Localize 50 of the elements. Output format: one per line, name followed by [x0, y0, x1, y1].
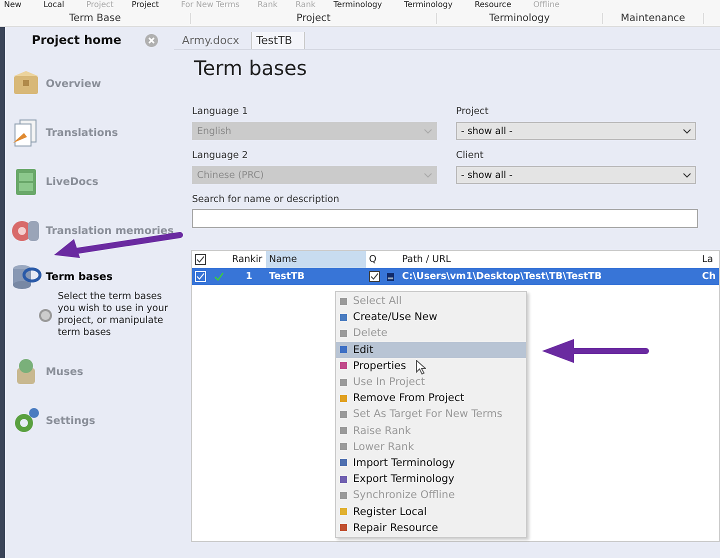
- menu-item[interactable]: Register Local: [336, 503, 526, 520]
- field-label: Client: [456, 150, 485, 161]
- page-title: Term bases: [194, 56, 308, 82]
- menu-item[interactable]: Import Terminology: [336, 454, 526, 472]
- menu-item[interactable]: Repair Resource: [336, 520, 526, 536]
- database-icon: [387, 272, 394, 280]
- column-header[interactable]: Rankir: [229, 251, 266, 268]
- table-cell-text: TestTB: [268, 271, 306, 282]
- sidebar-item[interactable]: Term bases: [4, 263, 174, 291]
- caret-icon: [683, 172, 691, 178]
- cursor-icon: [416, 360, 426, 375]
- caret-icon: [424, 172, 432, 178]
- checkbox[interactable]: [195, 254, 206, 265]
- help-icon[interactable]: [38, 308, 52, 322]
- table-cell-text: 1: [244, 271, 254, 282]
- ribbon-group-label: Term Base: [0, 12, 191, 24]
- field-label: Language 2: [192, 150, 249, 161]
- menu-item[interactable]: Edit: [336, 342, 526, 358]
- field-label: Language 1: [192, 106, 249, 117]
- dropdown[interactable]: - show all -: [456, 166, 696, 184]
- table-cell-text: Ch: [701, 271, 717, 282]
- ribbon-command[interactable]: New: [0, 0, 22, 10]
- dropdown[interactable]: - show all -: [456, 122, 696, 140]
- column-header[interactable]: Path / URL: [399, 251, 699, 268]
- field-label: Project: [456, 106, 490, 117]
- ribbon-group-label: Terminology: [437, 12, 603, 24]
- field-label: Search for name or description: [192, 194, 340, 205]
- ribbon-command[interactable]: Terminology: [400, 0, 453, 10]
- caret-icon: [683, 128, 691, 134]
- sidebar-description: Select the term bases you wish to use in your project, or manipulate term bases: [58, 291, 168, 339]
- ribbon-group-label: Project: [191, 12, 437, 24]
- document-tab[interactable]: TestTB: [252, 32, 306, 49]
- ribbon-group-label: Maintenance: [603, 12, 704, 24]
- menu-item[interactable]: Export Terminology: [336, 471, 526, 488]
- ribbon-command[interactable]: Project: [128, 0, 159, 10]
- ribbon-command[interactable]: Terminology: [330, 0, 382, 10]
- sidebar-title: Project home: [32, 33, 122, 47]
- column-header[interactable]: Name: [266, 251, 366, 268]
- ribbon-command[interactable]: Resource: [470, 0, 512, 10]
- ribbon-command[interactable]: Local: [39, 0, 64, 10]
- menu-item[interactable]: Create/Use New: [336, 309, 526, 326]
- search-field[interactable]: [192, 209, 698, 228]
- caret-icon: [424, 128, 432, 134]
- menu-item[interactable]: Properties: [336, 358, 526, 374]
- table-cell-text: C:\Users\vm1\Desktop\Test\TB\TestTB: [401, 271, 603, 282]
- menu-item[interactable]: Remove From Project: [336, 390, 526, 406]
- checkbox[interactable]: [369, 271, 380, 282]
- column-header[interactable]: La: [699, 251, 719, 268]
- table-row[interactable]: 1 TestTB C:\Users\vm1\Desktop\Test\TB\TestTB Ch: [192, 268, 719, 285]
- column-header[interactable]: Q: [366, 251, 384, 268]
